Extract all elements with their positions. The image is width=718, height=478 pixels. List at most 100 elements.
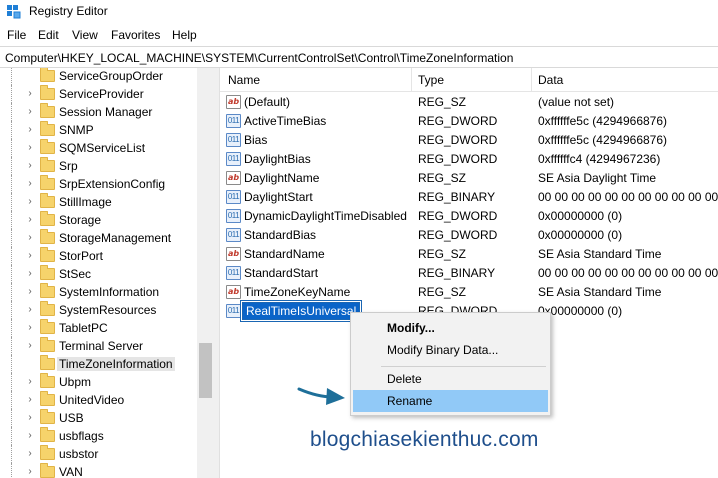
tree-item[interactable]: › SQMServiceList — [0, 139, 200, 157]
tree-item-label: Storage — [59, 213, 102, 227]
tree-item[interactable]: TimeZoneInformation — [0, 355, 200, 373]
context-delete[interactable]: Delete — [353, 368, 548, 390]
context-modify[interactable]: Modify... — [353, 317, 548, 339]
column-divider[interactable] — [531, 68, 532, 92]
tree-item[interactable]: › StorageManagement — [0, 229, 200, 247]
chevron-right-icon[interactable]: › — [24, 430, 36, 442]
column-divider[interactable] — [411, 68, 412, 92]
folder-icon — [40, 85, 55, 100]
tree-item[interactable]: › StorPort — [0, 247, 200, 265]
rename-input[interactable]: RealTimeIsUniversal — [240, 301, 362, 321]
tree-item[interactable]: › usbstor — [0, 445, 200, 463]
value-name: StandardBias — [244, 228, 317, 242]
chevron-right-icon[interactable]: › — [24, 466, 36, 478]
table-row[interactable]: 011 StandardStart REG_BINARY 00 00 00 00 00… — [220, 264, 718, 283]
address-bar[interactable]: Computer\HKEY_LOCAL_MACHINE\SYSTEM\Curre… — [0, 46, 718, 68]
value-type: REG_SZ — [418, 247, 467, 261]
tree-item[interactable]: › USB — [0, 409, 200, 427]
tree-item[interactable]: › Session Manager — [0, 103, 200, 121]
tree-item[interactable]: › Storage — [0, 211, 200, 229]
chevron-right-icon[interactable]: › — [24, 250, 36, 262]
chevron-right-icon[interactable]: › — [24, 340, 36, 352]
table-row[interactable]: ab StandardName REG_SZ SE Asia Standard Tim… — [220, 245, 718, 264]
context-separator — [381, 366, 546, 367]
tree-item[interactable]: › Ubpm — [0, 373, 200, 391]
menu-view[interactable]: View — [69, 28, 101, 42]
tree-item[interactable]: ServiceGroupOrder — [0, 68, 200, 85]
chevron-right-icon[interactable]: › — [24, 124, 36, 136]
table-row[interactable]: 011 DaylightStart REG_BINARY 00 00 00 00 00… — [220, 188, 718, 207]
tree-item[interactable]: › VAN — [0, 463, 200, 478]
table-row[interactable]: 011 DaylightBias REG_DWORD 0xffffffc4 (4294… — [220, 150, 718, 169]
values-list[interactable]: Name Type Data ab (Default) REG_SZ (value n… — [220, 68, 718, 478]
value-data: 0xffffffc4 (4294967236) — [538, 152, 661, 166]
tree-item[interactable]: › UnitedVideo — [0, 391, 200, 409]
table-row[interactable]: 011 ActiveTimeBias REG_DWORD 0xffffffe5c (4… — [220, 112, 718, 131]
menu-file[interactable]: File — [4, 28, 29, 42]
tree-scrollbar[interactable] — [197, 68, 214, 478]
value-name: DaylightStart — [244, 190, 313, 204]
tree-item[interactable]: › SystemInformation — [0, 283, 200, 301]
chevron-right-icon[interactable]: › — [24, 106, 36, 118]
column-data[interactable]: Data — [538, 73, 563, 87]
menu-help[interactable]: Help — [169, 28, 200, 42]
folder-icon — [40, 211, 55, 226]
table-row[interactable]: 011 DynamicDaylightTimeDisabled REG_DWORD 0… — [220, 207, 718, 226]
column-name[interactable]: Name — [228, 73, 260, 87]
chevron-right-icon[interactable]: › — [24, 196, 36, 208]
tree-item[interactable]: › SystemResources — [0, 301, 200, 319]
tree-guide-line — [11, 391, 12, 409]
value-data: 00 00 00 00 00 00 00 00 00 00 00 00 00 0… — [538, 266, 718, 280]
chevron-right-icon[interactable]: › — [24, 88, 36, 100]
menu-favorites[interactable]: Favorites — [108, 28, 163, 42]
tree-item[interactable]: › Srp — [0, 157, 200, 175]
tree-item[interactable]: › Terminal Server — [0, 337, 200, 355]
tree-item[interactable]: › TabletPC — [0, 319, 200, 337]
table-row[interactable]: 011 Bias REG_DWORD 0xffffffe5c (4294966876) — [220, 131, 718, 150]
tree-item-label: SNMP — [59, 123, 94, 137]
chevron-right-icon[interactable]: › — [24, 178, 36, 190]
string-value-icon: ab — [226, 247, 241, 261]
chevron-right-icon[interactable]: › — [24, 232, 36, 244]
value-name: DaylightName — [244, 171, 320, 185]
value-data: (value not set) — [538, 95, 615, 109]
folder-icon — [40, 121, 55, 136]
binary-value-icon: 011 — [226, 209, 241, 223]
tree-item-label: ServiceProvider — [59, 87, 144, 101]
chevron-right-icon[interactable]: › — [24, 376, 36, 388]
tree-item[interactable]: › StSec — [0, 265, 200, 283]
tree-item-label: StorPort — [59, 249, 104, 263]
tree-guide-line — [11, 103, 12, 121]
chevron-right-icon[interactable]: › — [24, 214, 36, 226]
context-modify-binary[interactable]: Modify Binary Data... — [353, 339, 548, 361]
tree-item[interactable]: › usbflags — [0, 427, 200, 445]
tree-scrollbar-thumb[interactable] — [199, 343, 212, 398]
tree-item[interactable]: › ServiceProvider — [0, 85, 200, 103]
table-row[interactable]: ab TimeZoneKeyName REG_SZ SE Asia Standard … — [220, 283, 718, 302]
context-rename[interactable]: Rename — [353, 390, 548, 412]
tree-item[interactable]: › SNMP — [0, 121, 200, 139]
chevron-right-icon[interactable]: › — [24, 448, 36, 460]
tree-item[interactable]: › SrpExtensionConfig — [0, 175, 200, 193]
menu-edit[interactable]: Edit — [35, 28, 62, 42]
column-type[interactable]: Type — [418, 73, 444, 87]
chevron-right-icon[interactable]: › — [24, 286, 36, 298]
table-row[interactable]: ab (Default) REG_SZ (value not set) — [220, 93, 718, 112]
key-tree[interactable]: ServiceGroupOrder › ServiceProvider › Sessio… — [0, 68, 214, 478]
tree-item[interactable]: › StillImage — [0, 193, 200, 211]
tree-guide-line — [11, 427, 12, 445]
chevron-right-icon[interactable]: › — [24, 268, 36, 280]
chevron-right-icon[interactable]: › — [24, 304, 36, 316]
chevron-right-icon[interactable]: › — [24, 394, 36, 406]
value-type: REG_SZ — [418, 285, 467, 299]
address-path: Computer\HKEY_LOCAL_MACHINE\SYSTEM\Curre… — [5, 51, 514, 65]
chevron-right-icon[interactable]: › — [24, 142, 36, 154]
chevron-right-icon[interactable]: › — [24, 412, 36, 424]
string-value-icon: ab — [226, 95, 241, 109]
table-row[interactable]: ab DaylightName REG_SZ SE Asia Daylight Tim… — [220, 169, 718, 188]
table-row[interactable]: 011 StandardBias REG_DWORD 0x00000000 (0) — [220, 226, 718, 245]
value-data: SE Asia Standard Time — [538, 247, 662, 261]
chevron-right-icon[interactable]: › — [24, 160, 36, 172]
folder-icon — [40, 301, 55, 316]
chevron-right-icon[interactable]: › — [24, 322, 36, 334]
